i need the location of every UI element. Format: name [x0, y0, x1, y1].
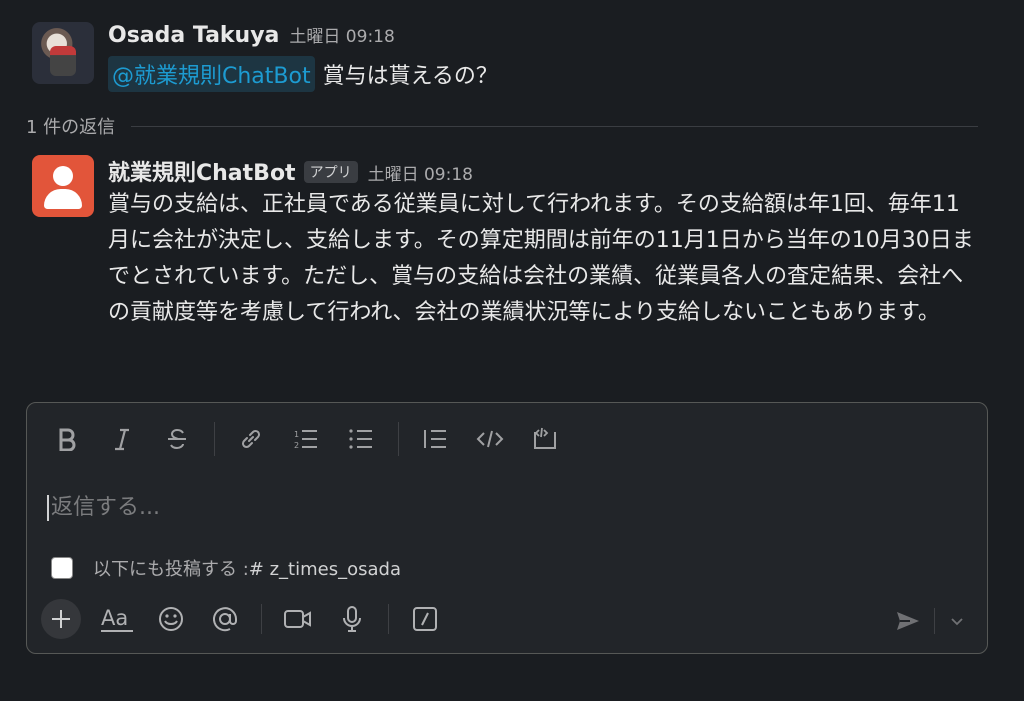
mention-icon[interactable]: [205, 599, 245, 639]
also-send-label: 以下にも投稿する :# z_times_osada: [93, 559, 401, 580]
reply-message[interactable]: 就業規則ChatBot アプリ 土曜日 09:18 賞与の支給は、正社員である従…: [32, 155, 978, 331]
send-controls: [890, 603, 971, 639]
divider-line: [131, 125, 978, 127]
formatting-toolbar: 12: [47, 421, 580, 457]
message-composer[interactable]: 12 返信する... 以下にも投稿する :# z_times_osada Aa: [26, 402, 988, 654]
chevron-down-icon[interactable]: [943, 603, 971, 639]
replies-divider: 1 件の返信: [26, 113, 978, 139]
ordered-list-icon[interactable]: 12: [286, 421, 326, 457]
person-icon: [53, 166, 73, 186]
sender-name[interactable]: 就業規則ChatBot: [108, 155, 296, 187]
mention[interactable]: @就業規則ChatBot: [108, 56, 315, 92]
replies-count: 1 件の返信: [26, 117, 116, 138]
svg-text:2: 2: [294, 441, 299, 450]
thread-view: Osada Takuya 土曜日 09:18 @就業規則ChatBot 賞与は貰…: [0, 0, 1024, 701]
code-block-icon[interactable]: [525, 421, 565, 457]
message-text: @就業規則ChatBot 賞与は貰えるの？: [108, 56, 498, 92]
emoji-icon[interactable]: [151, 599, 191, 639]
message-text: 賞与の支給は、正社員である従業員に対して行われます。その支給額は年1回、毎年11…: [108, 192, 974, 325]
microphone-icon[interactable]: [332, 599, 372, 639]
link-icon[interactable]: [231, 421, 271, 457]
app-badge: アプリ: [303, 161, 358, 183]
avatar[interactable]: [32, 155, 94, 217]
svg-text:1: 1: [294, 430, 299, 439]
avatar[interactable]: [32, 22, 94, 84]
reply-input[interactable]: 返信する...: [47, 489, 160, 521]
plus-icon[interactable]: [41, 599, 81, 639]
channel-name: # z_times_osada: [248, 559, 401, 580]
sender-name[interactable]: Osada Takuya: [108, 23, 279, 48]
message-content: 賞与は貰えるの？: [322, 64, 498, 89]
also-send-option[interactable]: 以下にも投稿する :# z_times_osada: [51, 555, 401, 581]
blockquote-icon[interactable]: [415, 421, 455, 457]
strikethrough-icon[interactable]: [157, 421, 197, 457]
timestamp[interactable]: 土曜日 09:18: [289, 22, 394, 47]
also-send-checkbox[interactable]: [51, 557, 73, 579]
code-icon[interactable]: [470, 421, 510, 457]
video-icon[interactable]: [278, 599, 318, 639]
reply-input-placeholder: 返信する...: [51, 495, 160, 520]
svg-text:Aa: Aa: [101, 606, 128, 630]
bulleted-list-icon[interactable]: [341, 421, 381, 457]
composer-actions: Aa: [41, 599, 459, 639]
italic-icon[interactable]: [102, 421, 142, 457]
send-icon[interactable]: [890, 603, 926, 639]
timestamp[interactable]: 土曜日 09:18: [368, 160, 473, 185]
parent-message[interactable]: Osada Takuya 土曜日 09:18 @就業規則ChatBot 賞与は貰…: [32, 22, 498, 92]
bold-icon[interactable]: [47, 421, 87, 457]
format-icon[interactable]: Aa: [97, 599, 137, 639]
slash-command-icon[interactable]: [405, 599, 445, 639]
